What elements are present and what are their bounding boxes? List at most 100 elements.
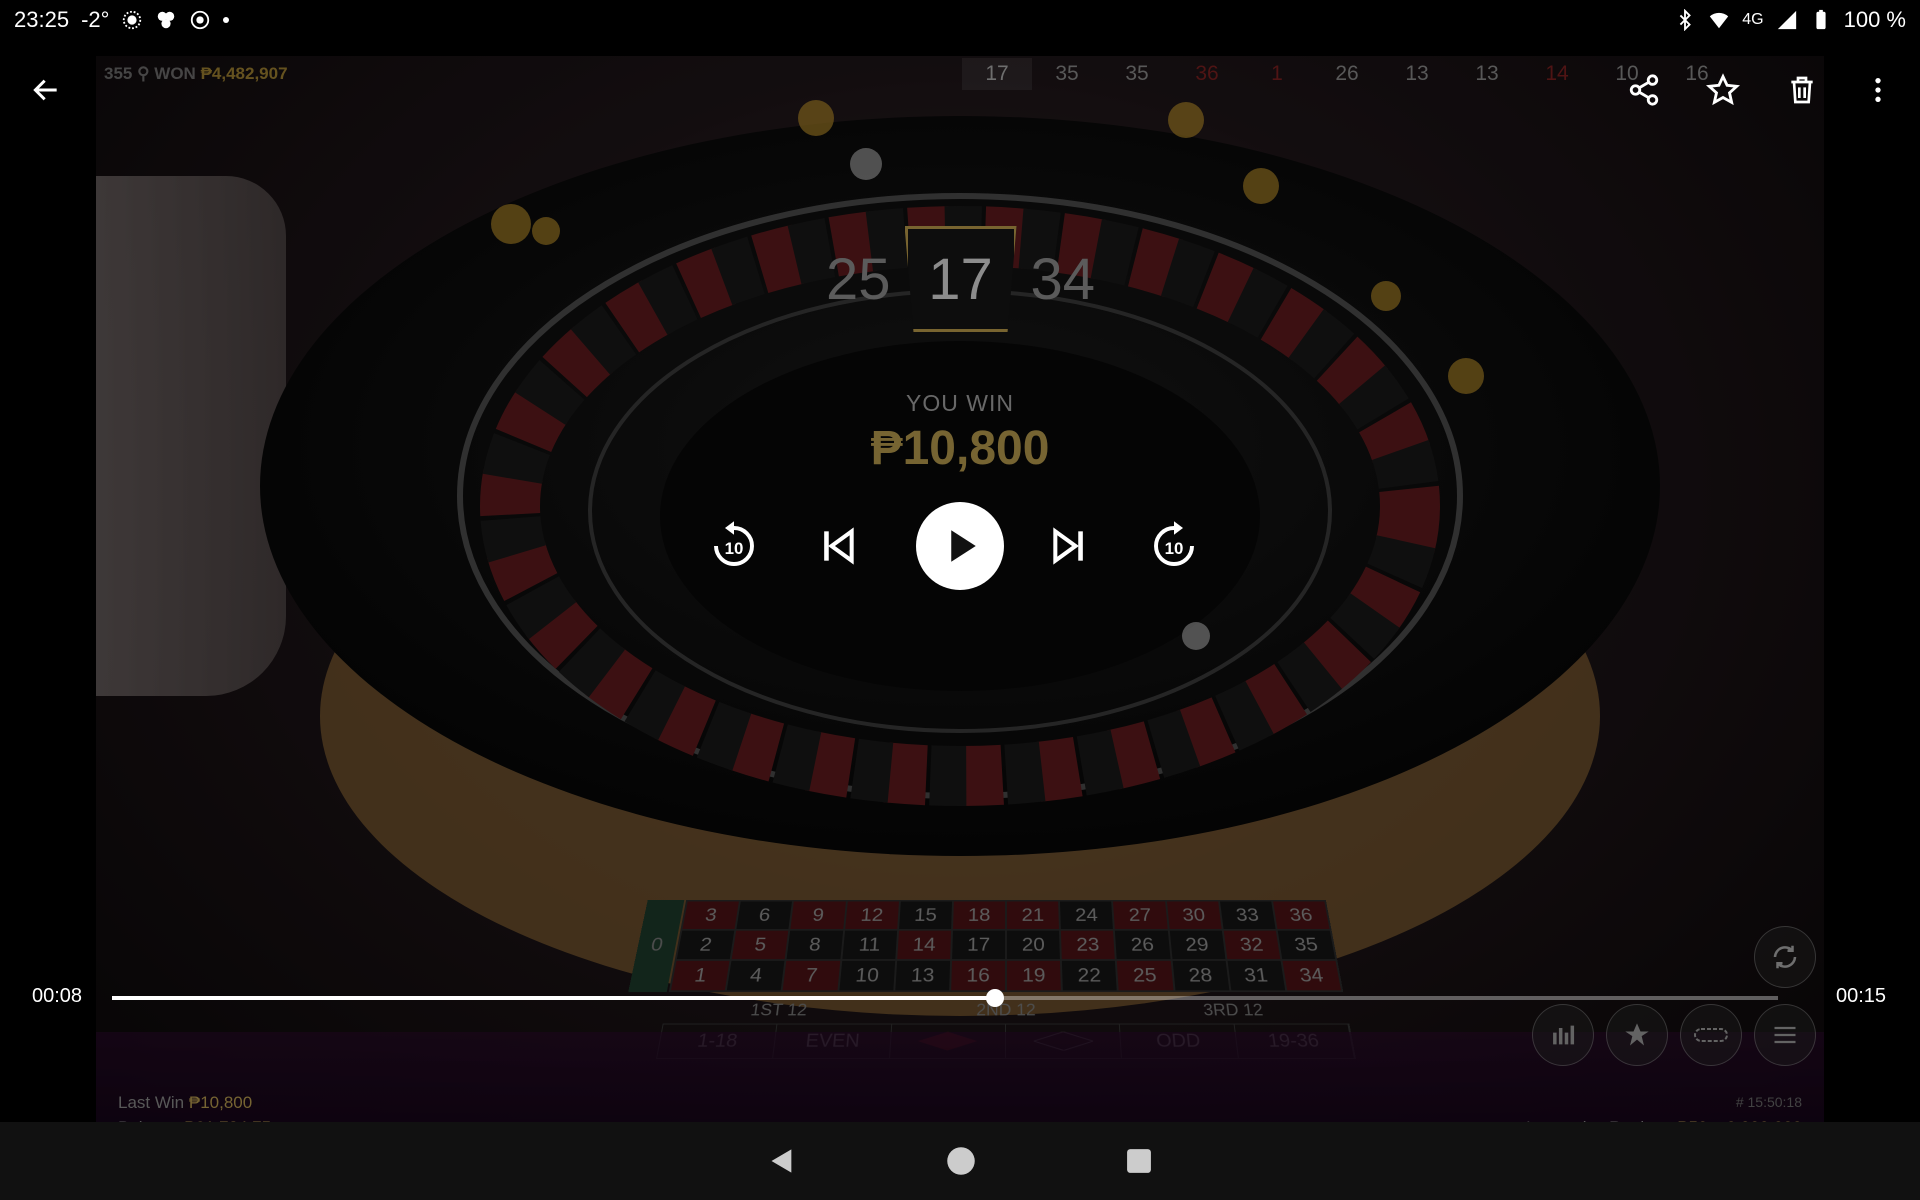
table-number-cell: 15 [898,901,952,930]
table-number-cell: 2 [676,930,735,960]
history-item: 14 [1545,62,1569,85]
history-item: 36 [1195,62,1219,85]
table-number-cell: 30 [1166,901,1222,930]
table-number-cell: 34 [1282,960,1342,991]
network-type: 4G [1742,11,1764,28]
seek-thumb[interactable] [985,989,1004,1007]
favorite-button[interactable] [1699,66,1747,114]
you-win-amount: ₱10,800 [870,422,1050,475]
you-win-label: YOU WIN [906,390,1014,416]
delete-button[interactable] [1778,66,1826,114]
share-icon [1629,74,1659,106]
history-item: 26 [1335,62,1359,85]
play-icon [951,530,976,562]
share-button[interactable] [1620,66,1668,114]
trash-icon [1791,76,1813,104]
more-vert-icon [1875,78,1881,102]
table-number-cell: 12 [844,901,899,930]
next-button[interactable] [1046,522,1094,570]
status-bar: 23:25 -2° 4G 100 % [0,0,1920,40]
bar-chart-icon [1553,1025,1575,1045]
table-number-cell: 36 [1272,901,1330,930]
table-number-cell: 22 [1062,960,1118,991]
skip-previous-icon [824,527,854,565]
back-button[interactable] [22,66,70,114]
previous-button[interactable] [813,522,861,570]
table-number-cell: 5 [731,930,789,960]
battery-level: 100 % [1843,7,1906,32]
clock: 23:25 [14,7,70,32]
dozen-3: 3RD 12 [1202,1000,1265,1019]
forward-10-icon: 10 [1154,521,1194,566]
table-number-cell: 1 [670,960,730,991]
table-number-cell: 20 [1006,930,1061,960]
more-options-button[interactable] [1854,66,1902,114]
seek-progress [112,996,995,1000]
table-number-cell: 32 [1223,930,1281,960]
table-number-cell: 7 [782,960,840,991]
dozen-2: 2ND 12 [976,1000,1036,1019]
target-icon [191,10,210,30]
nav-back-icon[interactable] [768,1146,796,1176]
table-number-cell: 35 [1277,930,1336,960]
table-number-cell: 11 [841,930,897,960]
arrow-back-icon [33,79,57,101]
menu-button [1754,1004,1816,1066]
results-history: 17 35 35 36 1 26 13 13 14 10 16 [962,58,1732,90]
table-number-cell: 29 [1169,930,1226,960]
replay-button [1754,926,1816,988]
table-number-cell: 27 [1113,901,1168,930]
statistics-button [1532,1004,1594,1066]
winning-number-display: 25 17 34 [826,226,1095,332]
repeat-icon [1773,945,1797,969]
table-number-cell: 25 [1117,960,1174,991]
total-time: 00:15 [1836,985,1887,1007]
history-item: 1 [1271,62,1283,85]
svg-text:10: 10 [725,539,744,558]
signal-icon [1777,10,1796,30]
table-number-cell: 33 [1219,901,1276,930]
table-number-cell: 4 [726,960,785,991]
table-number-cell: 26 [1115,930,1171,960]
wifi-icon [1710,12,1729,29]
favourites-button [1606,1004,1668,1066]
more-notifications-dot [223,17,230,23]
replay-10-icon: 10 [714,521,754,566]
winning-number: 17 [904,226,1017,332]
table-number-cell: 8 [786,930,843,960]
history-item: 13 [1405,62,1429,85]
video-frame[interactable]: 355 ⚲ WON ₱4,482,907 17 35 35 36 1 26 13… [96,56,1824,1140]
nav-recents-icon[interactable] [1126,1148,1152,1174]
rewind-10-button[interactable]: 10 [706,518,762,574]
app-notification-icon [158,11,175,29]
dozens-row: 1ST 12 2ND 12 3RD 12 [663,1001,1348,1020]
forward-10-button[interactable]: 10 [1146,518,1202,574]
table-number-cell: 18 [952,901,1006,930]
seek-bar[interactable] [112,989,1778,1007]
table-number-cell: 14 [896,930,951,960]
racetrack-icon [1694,1028,1728,1042]
dozen-1: 1ST 12 [749,1000,808,1019]
history-item: 35 [1055,62,1079,85]
table-number-cell: 9 [790,901,846,930]
table-number-cell: 31 [1227,960,1286,991]
nav-home-icon[interactable] [946,1146,976,1176]
hamburger-icon [1774,1026,1796,1044]
you-win-banner: YOU WIN ₱10,800 [96,390,1824,476]
playback-controls: 10 10 [0,502,1920,590]
svg-text:10: 10 [1165,539,1184,558]
skip-next-icon [1053,527,1083,565]
prev-number: 25 [826,246,891,312]
table-number-cell: 24 [1060,901,1114,930]
current-time: 00:08 [32,985,83,1007]
table-number-cell: 28 [1172,960,1230,991]
battery-icon [1816,9,1826,30]
star-outline-icon [1706,73,1740,106]
play-button[interactable] [916,502,1004,590]
players-won-info: 355 ⚲ WON ₱4,482,907 [104,64,288,83]
star-filled-icon [1625,1023,1649,1046]
round-id: # 15:50:18 [1735,1094,1802,1110]
table-number-cell: 23 [1061,930,1116,960]
racetrack-button [1680,1004,1742,1066]
table-number-cell: 21 [1006,901,1060,930]
